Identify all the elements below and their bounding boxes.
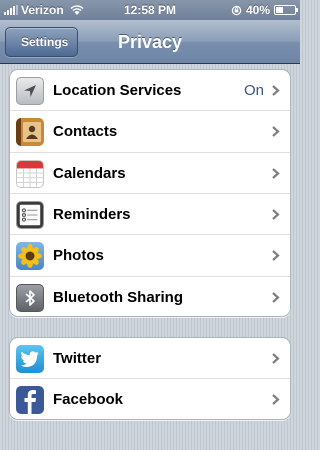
chevron-right-icon [272, 126, 280, 138]
twitter-bird-icon [16, 345, 44, 373]
chevron-right-icon [272, 291, 280, 303]
row-label: Contacts [53, 123, 118, 141]
chevron-right-icon [272, 394, 280, 405]
sunflower-photos-icon [16, 242, 44, 271]
reminders-list-icon [16, 200, 44, 229]
chevron-right-icon [272, 85, 280, 96]
privacy-group-system: Location Services On Contacts Calendars [9, 69, 291, 317]
navigation-bar: Privacy Settings [0, 20, 300, 64]
row-label: Photos [53, 247, 104, 265]
contacts-book-icon [16, 118, 44, 147]
row-reminders[interactable]: Reminders [10, 194, 290, 236]
row-label: Calendars [53, 164, 126, 182]
row-photos[interactable]: Photos [10, 235, 290, 277]
bluetooth-icon [16, 283, 44, 312]
row-twitter[interactable]: Twitter [10, 338, 290, 379]
row-contacts[interactable]: Contacts [10, 111, 290, 153]
rotation-lock-icon [231, 5, 242, 15]
row-label: Facebook [53, 391, 124, 408]
chevron-right-icon [272, 167, 280, 179]
settings-back-button[interactable]: Settings [5, 27, 79, 57]
chevron-right-icon [272, 250, 280, 262]
row-label: Bluetooth Sharing [53, 288, 183, 306]
chevron-right-icon [272, 353, 280, 364]
facebook-f-icon [16, 386, 44, 414]
calendar-icon [16, 159, 44, 188]
privacy-group-social: Twitter Facebook [9, 337, 291, 420]
row-calendars[interactable]: Calendars [10, 153, 290, 194]
row-facebook[interactable]: Facebook [10, 379, 290, 419]
location-services-value: On [243, 82, 264, 99]
status-bar: Verizon 12:58 PM 40% [0, 0, 300, 20]
row-bluetooth-sharing[interactable]: Bluetooth Sharing [10, 277, 290, 316]
row-label: Reminders [53, 205, 131, 223]
row-label: Twitter [53, 350, 102, 367]
battery-icon [274, 5, 298, 15]
row-label: Location Services [53, 82, 182, 99]
row-location-services[interactable]: Location Services On [10, 70, 290, 112]
battery-percent: 40% [245, 3, 270, 17]
chevron-right-icon [272, 209, 280, 220]
location-arrow-icon [16, 77, 44, 105]
